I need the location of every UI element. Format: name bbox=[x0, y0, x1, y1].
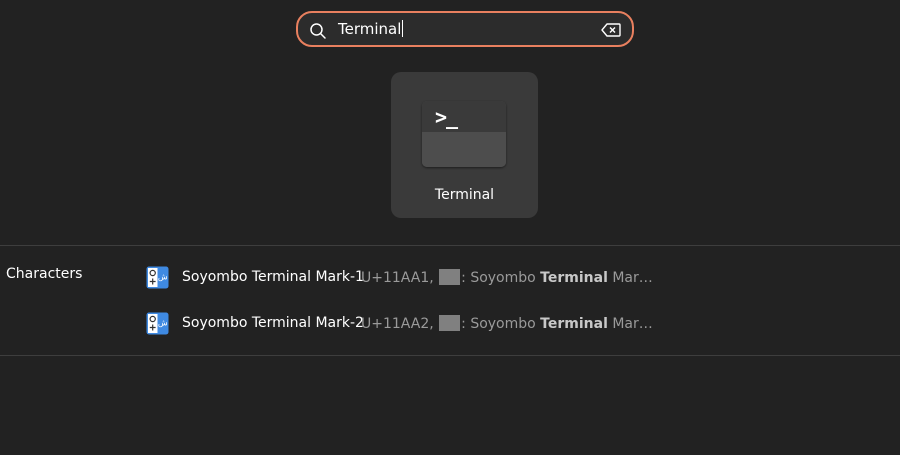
app-search-overview: Terminal >_ Terminal Characters ش Soyomb… bbox=[0, 0, 900, 455]
svg-text:ش: ش bbox=[158, 319, 168, 328]
app-result-label: Terminal bbox=[434, 187, 495, 203]
character-result-row[interactable]: ش Soyombo Terminal Mark-1 U+11AA1, : Soy… bbox=[146, 266, 653, 290]
characters-app-icon: ش bbox=[146, 266, 169, 289]
character-name: Soyombo Terminal Mark-2 bbox=[182, 315, 364, 331]
terminal-prompt-glyph: >_ bbox=[435, 105, 458, 129]
character-codepoint: U+11AA1, bbox=[361, 270, 434, 286]
app-result-terminal[interactable]: >_ Terminal bbox=[391, 72, 538, 218]
missing-glyph-box bbox=[439, 269, 461, 285]
text-caret bbox=[402, 20, 404, 37]
description-match: Terminal bbox=[540, 270, 608, 286]
description-suffix: Mar… bbox=[607, 316, 653, 332]
search-icon bbox=[310, 23, 326, 39]
search-input[interactable]: Terminal bbox=[296, 11, 634, 47]
search-query: Terminal bbox=[338, 20, 402, 38]
section-divider bbox=[0, 245, 900, 246]
clear-text-icon[interactable] bbox=[601, 23, 621, 37]
character-description: U+11AA1, : Soyombo Terminal Mar… bbox=[361, 269, 653, 286]
search-query-text: Terminal bbox=[338, 19, 404, 39]
description-match: Terminal bbox=[540, 316, 608, 332]
character-codepoint: U+11AA2, bbox=[361, 316, 434, 332]
description-prefix: : Soyombo bbox=[461, 270, 541, 286]
description-prefix: : Soyombo bbox=[461, 316, 541, 332]
missing-glyph-box bbox=[439, 315, 461, 331]
description-suffix: Mar… bbox=[607, 270, 653, 286]
provider-label-characters: Characters bbox=[6, 266, 83, 282]
terminal-icon: >_ bbox=[422, 101, 506, 167]
svg-text:ش: ش bbox=[158, 273, 168, 282]
character-result-row[interactable]: ش Soyombo Terminal Mark-2 U+11AA2, : Soy… bbox=[146, 312, 653, 336]
characters-app-icon: ش bbox=[146, 312, 169, 335]
character-description: U+11AA2, : Soyombo Terminal Mar… bbox=[361, 315, 653, 332]
section-divider bbox=[0, 355, 900, 356]
character-name: Soyombo Terminal Mark-1 bbox=[182, 269, 364, 285]
